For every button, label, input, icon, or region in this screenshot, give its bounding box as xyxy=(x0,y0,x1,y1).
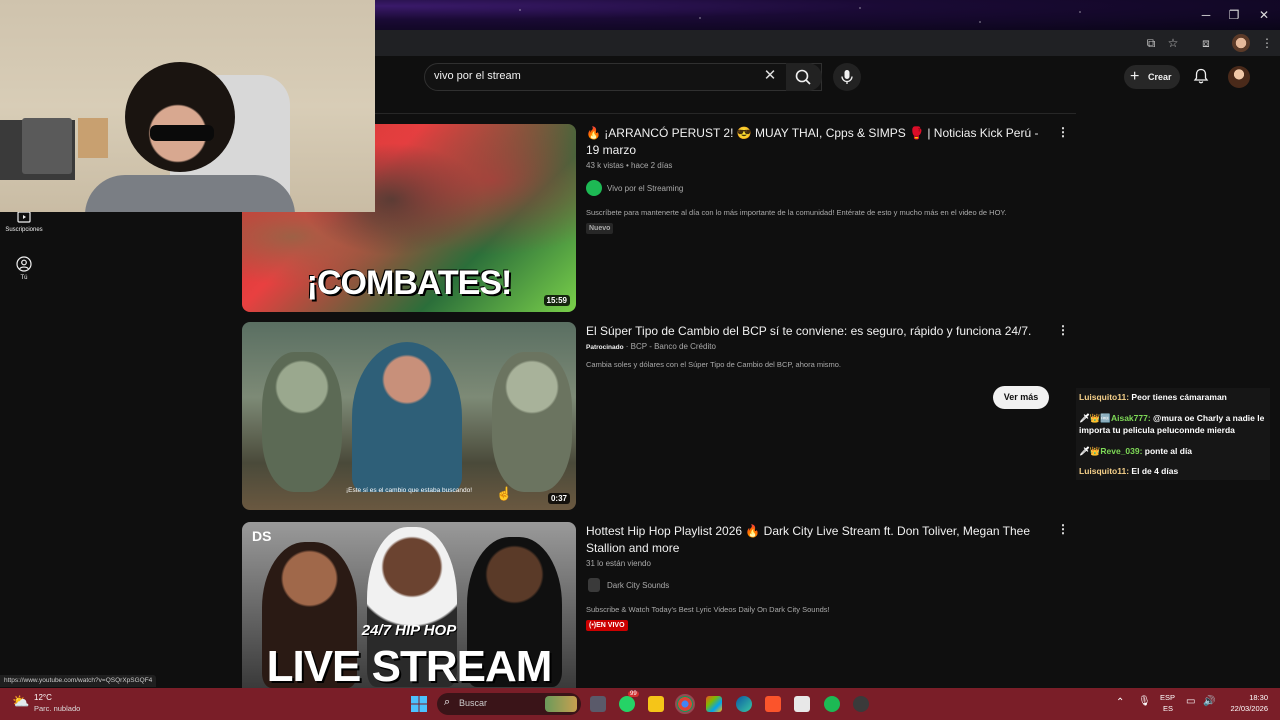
sponsored-label: Patrocinado xyxy=(586,344,624,351)
video-duration: 15:59 xyxy=(543,295,570,306)
ad-thumbnail[interactable]: ¡Este sí es el cambio que estaba buscand… xyxy=(242,322,576,510)
close-window-icon[interactable]: ✕ xyxy=(1254,6,1274,24)
windows-taskbar xyxy=(0,688,1280,720)
sidebar-item-you[interactable]: Tú xyxy=(0,256,48,281)
chat-username: Luisquito11: xyxy=(1079,466,1130,476)
channel-logo: DS xyxy=(252,528,272,544)
create-button[interactable]: + Crear xyxy=(1124,65,1180,89)
store-icon[interactable] xyxy=(794,696,810,712)
voice-search-button[interactable] xyxy=(833,63,861,91)
video-title[interactable]: 🔥 ¡ARRANCÓ PERUST 2! 😎 MUAY THAI, Cpps &… xyxy=(586,125,1046,159)
video-menu-icon[interactable]: ⋮ xyxy=(1057,521,1069,537)
weather-condition[interactable]: Parc. nublado xyxy=(34,704,80,713)
notifications-bell-icon[interactable] xyxy=(1192,67,1210,85)
thumbnail-text: LIVE STREAM xyxy=(266,642,553,688)
channel-name[interactable]: Dark City Sounds xyxy=(607,581,669,590)
chat-message: Luisquito11: El de 4 días xyxy=(1079,465,1269,477)
account-avatar[interactable] xyxy=(1228,66,1250,88)
taskbar-search-placeholder: Buscar xyxy=(459,698,488,708)
whatsapp-icon[interactable] xyxy=(619,696,635,712)
channel-avatar[interactable] xyxy=(588,578,600,592)
edge-icon[interactable] xyxy=(736,696,752,712)
ad-title[interactable]: El Súper Tipo de Cambio del BCP sí te co… xyxy=(586,323,1056,340)
chat-text: El de 4 días xyxy=(1129,466,1179,476)
plus-icon: + xyxy=(1130,68,1140,85)
ad-sponsor: Patrocinado · BCP - Banco de Crédito xyxy=(586,342,716,351)
status-url: https://www.youtube.com/watch?v=QSQrXpSG… xyxy=(0,675,157,687)
webcam-overlay xyxy=(0,0,375,212)
sidebar-item-label: Tú xyxy=(20,275,28,281)
spotify-icon[interactable] xyxy=(824,696,840,712)
ad-description: Cambia soles y dólares con el Súper Tipo… xyxy=(586,360,841,369)
taskbar-search[interactable]: ⌕ Buscar xyxy=(437,693,581,715)
clear-search-icon[interactable]: ✕ xyxy=(762,68,778,84)
obs-icon[interactable] xyxy=(853,696,869,712)
user-circle-icon xyxy=(16,256,32,272)
video-duration: 0:37 xyxy=(547,493,570,504)
chat-message: Luisquito11: Peor tienes cámaraman xyxy=(1079,391,1269,403)
chat-username: Reve_039: xyxy=(1100,446,1143,456)
chat-username: Luisquito11: xyxy=(1079,392,1130,402)
chat-message: 🗡👑Reve_039: ponte al día xyxy=(1079,445,1269,457)
chat-username: Aisak777: xyxy=(1110,413,1151,423)
create-label: Crear xyxy=(1148,72,1172,82)
see-more-button[interactable]: Ver más xyxy=(993,386,1049,409)
live-thumbnail[interactable]: DS 24/7 HIP HOP LIVE STREAM xyxy=(242,522,576,688)
channel-avatar[interactable] xyxy=(586,180,602,196)
clock-time[interactable]: 18:30 xyxy=(1224,693,1268,702)
search-icon xyxy=(795,69,811,85)
live-chat-overlay: Luisquito11: Peor tienes cámaraman 🗡👑🆓Ai… xyxy=(1076,388,1270,480)
search-button[interactable] xyxy=(786,63,822,91)
microphone-icon xyxy=(841,70,853,84)
video-description: Subscribe & Watch Today's Best Lyric Vid… xyxy=(586,605,830,614)
video-menu-icon[interactable]: ⋮ xyxy=(1057,124,1069,140)
thumbnail-subtext: 24/7 HIP HOP xyxy=(361,622,457,639)
cast-icon[interactable]: ⧉ xyxy=(1142,34,1160,52)
chat-badges: 🗡👑 xyxy=(1079,446,1101,456)
advertiser-name[interactable]: BCP - Banco de Crédito xyxy=(631,342,716,351)
microphone-tray-icon[interactable]: 🎙 xyxy=(1138,696,1151,707)
maximize-icon[interactable]: ❐ xyxy=(1224,6,1244,24)
task-view-icon[interactable] xyxy=(590,696,606,712)
live-viewers: 31 lo están viendo xyxy=(586,559,651,568)
minimize-icon[interactable]: ─ xyxy=(1196,6,1216,24)
network-icon[interactable]: ▭ xyxy=(1186,696,1195,707)
channel-name[interactable]: Vivo por el Streaming xyxy=(607,184,683,193)
input-language[interactable]: ESP xyxy=(1160,693,1175,702)
volume-icon[interactable]: 🔊 xyxy=(1203,696,1215,707)
ad-menu-icon[interactable]: ⋮ xyxy=(1057,322,1069,338)
video-title[interactable]: Hottest Hip Hop Playlist 2026 🔥 Dark Cit… xyxy=(586,523,1046,557)
chat-text: ponte al día xyxy=(1142,446,1193,456)
thumbnail-text: ¡COMBATES! xyxy=(306,264,513,302)
show-hidden-icons-icon[interactable]: ⌃ xyxy=(1116,697,1124,708)
search-icon: ⌕ xyxy=(444,696,451,708)
chat-text: Peor tienes cámaraman xyxy=(1129,392,1227,402)
sidebar-item-label: Suscripciones xyxy=(5,227,43,233)
browser-menu-icon[interactable]: ⋮ xyxy=(1258,34,1276,52)
profile-icon[interactable] xyxy=(1232,34,1250,52)
file-explorer-icon[interactable] xyxy=(648,696,664,712)
bookmark-star-icon[interactable]: ☆ xyxy=(1164,34,1182,52)
hand-cursor-icon: ☝ xyxy=(496,486,513,501)
chrome-icon[interactable] xyxy=(675,694,695,714)
weather-icon[interactable]: ⛅ xyxy=(12,693,29,710)
live-badge: (•)EN VIVO xyxy=(586,620,628,631)
brave-icon[interactable] xyxy=(765,696,781,712)
search-query[interactable]: vivo por el stream xyxy=(434,70,521,82)
keyboard-layout[interactable]: ES xyxy=(1163,704,1173,713)
chat-badges: 🗡👑🆓 xyxy=(1079,413,1111,423)
windows-start-icon[interactable] xyxy=(410,695,428,713)
video-description: Suscríbete para mantenerte al día con lo… xyxy=(586,208,1007,217)
extensions-icon[interactable]: ⧈ xyxy=(1197,34,1215,52)
chat-message: 🗡👑🆓Aisak777: @mura oe Charly a nadie le … xyxy=(1079,412,1269,436)
office-icon[interactable] xyxy=(706,696,722,712)
new-badge: Nuevo xyxy=(586,223,614,234)
ad-caption: ¡Este sí es el cambio que estaba buscand… xyxy=(345,487,473,494)
notification-badge: 99 xyxy=(628,691,639,697)
weather-temperature[interactable]: 12°C xyxy=(34,693,52,702)
clock-date[interactable]: 22/03/2026 xyxy=(1222,704,1268,713)
video-stats: 43 k vistas • hace 2 días xyxy=(586,161,673,170)
